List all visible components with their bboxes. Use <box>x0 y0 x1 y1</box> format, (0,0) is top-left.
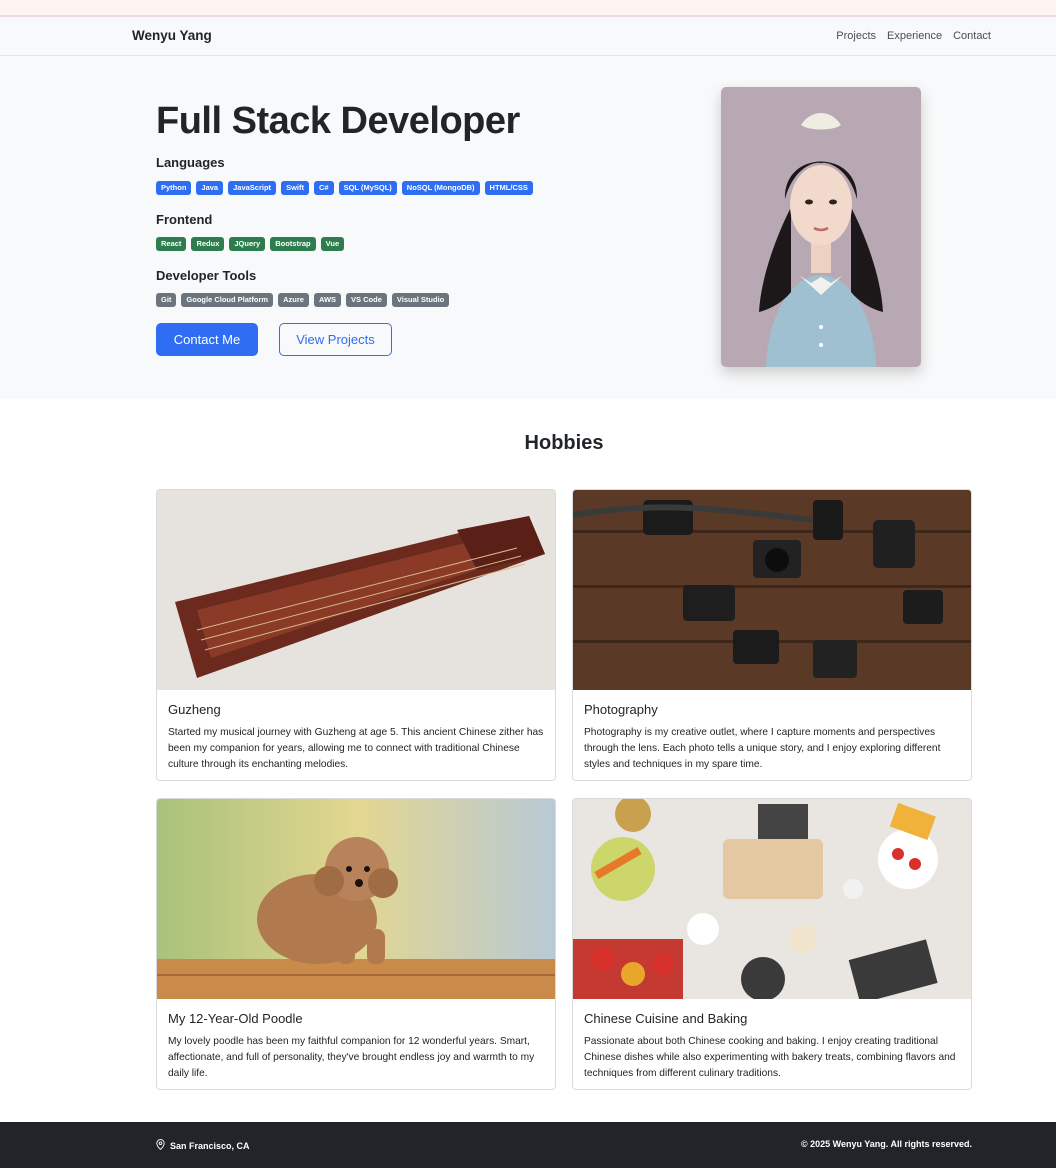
navbar: Wenyu Yang Projects Experience Contact <box>0 17 1056 56</box>
skill-badge: NoSQL (MongoDB) <box>401 181 480 195</box>
skill-badge: Google Cloud Platform <box>181 293 274 307</box>
top-strip <box>0 0 1056 17</box>
card-title: Guzheng <box>168 702 221 717</box>
hobby-card-photography: Photography Photography is my creative o… <box>572 489 972 781</box>
hero-section: Full Stack Developer Languages Python Ja… <box>0 56 1056 399</box>
skill-badge: C# <box>313 181 334 195</box>
card-text: Started my musical journey with Guzheng … <box>168 727 544 770</box>
card-title: Photography <box>584 702 658 717</box>
card-text: Passionate about both Chinese cooking an… <box>584 1036 956 1079</box>
footer-copyright: © 2025 Wenyu Yang. All rights reserved. <box>800 1139 972 1149</box>
skill-badge: HTML/CSS <box>484 181 533 195</box>
skill-badge: AWS <box>313 293 342 307</box>
contact-me-button[interactable]: Contact Me <box>156 323 258 356</box>
hobby-card-cuisine: Chinese Cuisine and Baking Passionate ab… <box>572 798 972 1090</box>
brand-name[interactable]: Wenyu Yang <box>132 28 212 43</box>
nav-link-contact[interactable]: Contact <box>953 30 991 42</box>
tools-heading: Developer Tools <box>156 268 257 283</box>
nav-links: Projects Experience Contact <box>836 30 991 42</box>
card-body: My 12-Year-Old Poodle My lovely poodle h… <box>157 999 555 1082</box>
nav-link-experience[interactable]: Experience <box>887 30 942 42</box>
frontend-badges: React Redux JQuery Bootstrap Vue <box>156 237 345 251</box>
skill-badge: Git <box>156 293 177 307</box>
tools-badges: Git Google Cloud Platform Azure AWS VS C… <box>156 293 450 307</box>
skill-badge: SQL (MySQL) <box>338 181 397 195</box>
card-title: Chinese Cuisine and Baking <box>584 1011 748 1026</box>
skill-badge: Python <box>156 181 192 195</box>
skill-badge: JavaScript <box>228 181 277 195</box>
footer-location-text: San Francisco, CA <box>170 1140 250 1151</box>
card-body: Guzheng Started my musical journey with … <box>157 690 555 773</box>
skill-badge: JQuery <box>229 237 266 251</box>
footer: San Francisco, CA © 2025 Wenyu Yang. All… <box>0 1122 1056 1168</box>
skill-badge: Visual Studio <box>391 293 450 307</box>
nav-link-projects[interactable]: Projects <box>836 30 876 42</box>
card-text: My lovely poodle has been my faithful co… <box>168 1036 535 1079</box>
skill-badge: React <box>156 237 187 251</box>
profile-photo <box>721 87 921 367</box>
languages-heading: Languages <box>156 155 225 170</box>
hobbies-heading: Hobbies <box>524 432 604 454</box>
skill-badge: Bootstrap <box>270 237 316 251</box>
footer-location: San Francisco, CA <box>156 1139 250 1152</box>
guzheng-image <box>157 490 555 690</box>
skill-badge: Redux <box>191 237 225 251</box>
card-body: Chinese Cuisine and Baking Passionate ab… <box>573 999 971 1082</box>
map-pin-icon <box>156 1139 165 1152</box>
skill-badge: Vue <box>320 237 345 251</box>
card-text: Photography is my creative outlet, where… <box>584 727 941 770</box>
hero-title: Full Stack Developer <box>156 100 520 142</box>
poodle-image <box>157 799 555 999</box>
card-title: My 12-Year-Old Poodle <box>168 1011 303 1026</box>
view-projects-button[interactable]: View Projects <box>279 323 392 356</box>
skill-badge: Java <box>196 181 224 195</box>
skill-badge: Azure <box>278 293 309 307</box>
skill-badge: Swift <box>281 181 309 195</box>
card-body: Photography Photography is my creative o… <box>573 690 971 773</box>
skill-badge: VS Code <box>346 293 387 307</box>
cuisine-image <box>573 799 971 999</box>
hobby-card-poodle: My 12-Year-Old Poodle My lovely poodle h… <box>156 798 556 1090</box>
photography-image <box>573 490 971 690</box>
frontend-heading: Frontend <box>156 212 213 227</box>
hobby-card-guzheng: Guzheng Started my musical journey with … <box>156 489 556 781</box>
languages-badges: Python Java JavaScript Swift C# SQL (MyS… <box>156 181 533 195</box>
